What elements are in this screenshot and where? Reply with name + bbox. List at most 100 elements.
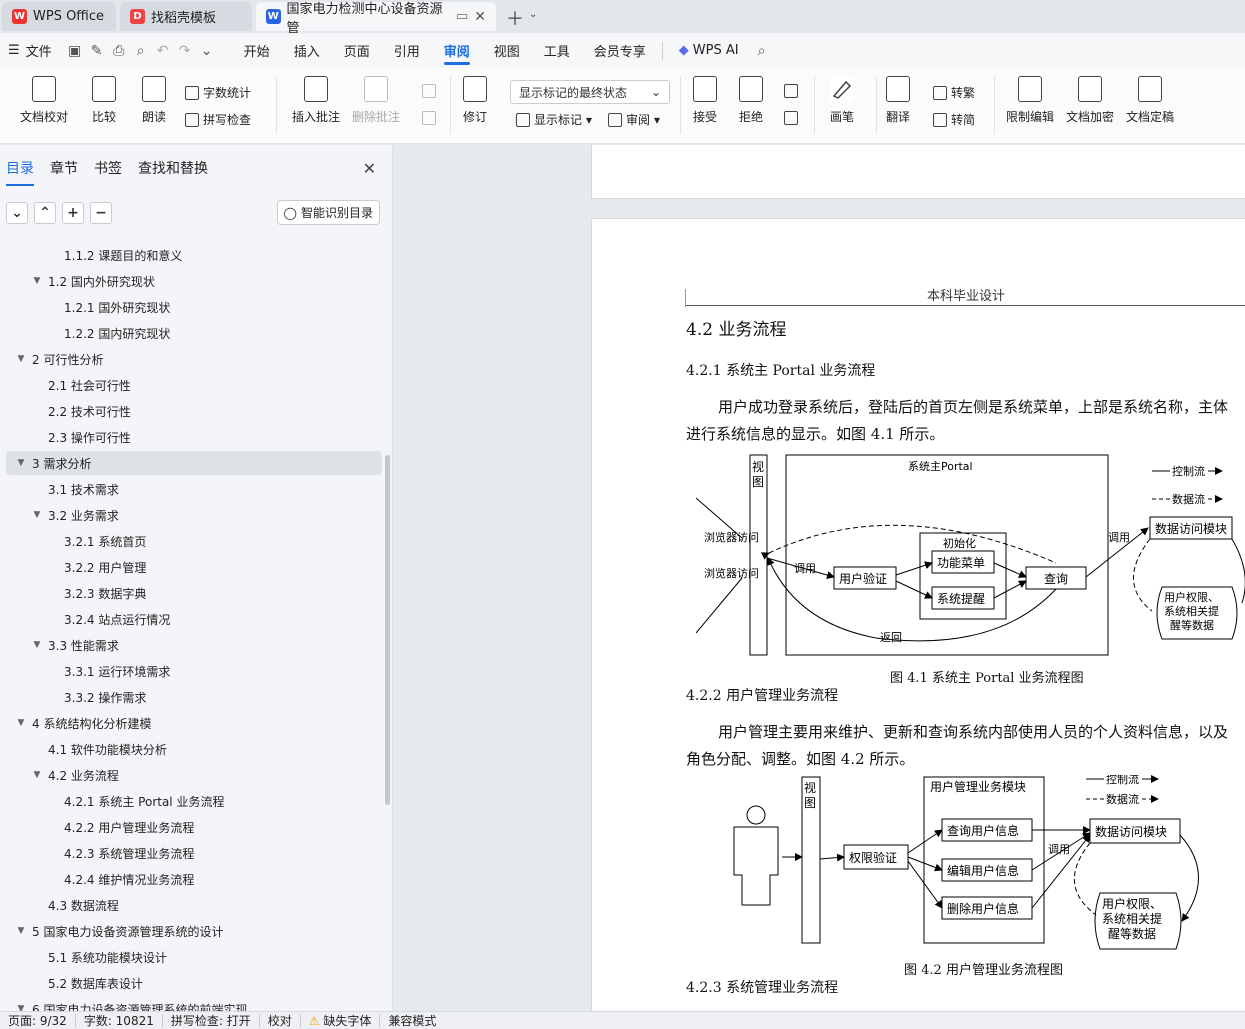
tab-current-document[interactable]: W 国家电力检测中心设备资源管 ▭ ✕ [256,2,496,36]
new-tab-plus-icon[interactable]: ＋ [506,5,524,31]
toc-item[interactable]: 4.3 数据流程 [6,893,382,917]
toc-item[interactable]: ▼ 1.2 国内外研究现状 [6,269,382,293]
prev-change-button[interactable] [784,84,798,98]
menu-home[interactable]: 开始 [232,33,282,68]
redo-icon[interactable]: ↷ [174,40,196,62]
print-preview-icon[interactable]: ⌕ [130,40,152,62]
toc-item[interactable]: 3.2.3 数据字典 [6,581,382,605]
restrict-editing-button[interactable]: 限制编辑 [1006,76,1054,125]
next-change-button[interactable] [784,111,798,125]
toc-item[interactable]: 2.2 技术可行性 [6,399,382,423]
undo-icon[interactable]: ↶ [152,40,174,62]
show-markup-dropdown[interactable]: 显示标记 ▾ [516,111,592,128]
toc-item[interactable]: ▼ 3.2 业务需求 [6,503,382,527]
word-count-indicator[interactable]: 字数: 10821 [76,1013,163,1028]
toc-item[interactable]: 4.1 软件功能模块分析 [6,737,382,761]
collapse-arrow-icon[interactable]: ▼ [30,276,44,286]
tab-docer-templates[interactable]: D 找稻壳模板 [120,2,252,31]
toc-item[interactable]: 4.2.2 用户管理业务流程 [6,815,382,839]
collapse-icon[interactable]: ⌃ [34,202,56,224]
toc-item[interactable]: 4.2.1 系统主 Portal 业务流程 [6,789,382,813]
menu-insert[interactable]: 插入 [282,33,332,68]
pen-button[interactable]: 画笔 [830,76,854,125]
tab-list-chevron-icon[interactable]: ⌄ [529,9,537,20]
remove-heading-icon[interactable]: − [90,202,112,224]
finalize-document-button[interactable]: 文档定稿 [1126,76,1174,125]
spell-check-button[interactable]: 拼写检查 [185,111,251,128]
toc-item[interactable]: 2.3 操作可行性 [6,425,382,449]
tab-wps-office[interactable]: W WPS Office [2,2,116,31]
reject-button[interactable]: 拒绝 [739,76,763,125]
toc-item[interactable]: ▼ 5 国家电力设备资源管理系统的设计 [6,919,382,943]
page-indicator[interactable]: 页面: 9/32 [0,1013,76,1028]
toc-item[interactable]: 1.2.2 国内研究现状 [6,321,382,345]
toc-item[interactable]: ▼ 4.2 业务流程 [6,763,382,787]
brush-icon[interactable]: ✎ [86,40,108,62]
more-chevron-icon[interactable]: ⌄ [196,40,218,62]
toc-item[interactable]: 5.1 系统功能模块设计 [6,945,382,969]
word-count-button[interactable]: 字数统计 [185,84,251,101]
tab-find-replace[interactable]: 查找和替换 [138,154,208,182]
menu-references[interactable]: 引用 [382,33,432,68]
toc-item[interactable]: 4.2.4 维护情况业务流程 [6,867,382,891]
toc-item[interactable]: 3.2.2 用户管理 [6,555,382,579]
search-icon[interactable]: ⌕ [751,40,773,62]
add-heading-icon[interactable]: + [62,202,84,224]
accept-button[interactable]: 接受 [693,76,717,125]
delete-comment-button[interactable]: 删除批注 [352,76,400,125]
toc-item[interactable]: ▼ 4 系统结构化分析建模 [6,711,382,735]
translate-button[interactable]: 翻译 [886,76,910,125]
tab-toc[interactable]: 目录 [6,154,34,186]
toc-item[interactable]: ▼ 3 需求分析 [6,451,382,475]
screen-icon[interactable]: ▭ [456,9,468,24]
spell-check-indicator[interactable]: 拼写检查: 打开 [163,1013,260,1028]
toc-item[interactable]: ▼ 3.3 性能需求 [6,633,382,657]
track-changes-button[interactable]: 修订 [463,76,487,125]
wps-ai-button[interactable]: ◆ WPS AI [667,33,751,68]
toc-item[interactable]: 1.2.1 国外研究现状 [6,295,382,319]
menu-page[interactable]: 页面 [332,33,382,68]
menu-view[interactable]: 视图 [482,33,532,68]
collapse-arrow-icon[interactable]: ▼ [30,640,44,650]
toc-item[interactable]: 2.1 社会可行性 [6,373,382,397]
print-icon[interactable]: ⎙ [108,40,130,62]
toc-item[interactable]: 3.3.2 操作需求 [6,685,382,709]
collapse-arrow-icon[interactable]: ▼ [14,354,28,364]
tab-bookmarks[interactable]: 书签 [94,154,122,182]
compare-button[interactable]: 比较 [92,76,116,125]
toc-item[interactable]: 3.1 技术需求 [6,477,382,501]
expand-all-icon[interactable]: ⌄ [6,202,28,224]
insert-comment-button[interactable]: 插入批注 [292,76,340,125]
menu-review[interactable]: 审阅 [432,33,482,68]
collapse-arrow-icon[interactable]: ▼ [14,718,28,728]
tab-sections[interactable]: 章节 [50,154,78,182]
document-proof-button[interactable]: 文档校对 [20,76,68,125]
close-pane-icon[interactable]: ✕ [363,159,376,178]
read-aloud-button[interactable]: 朗读 [142,76,166,125]
toc-item[interactable]: 3.2.1 系统首页 [6,529,382,553]
toc-item[interactable]: 4.2.3 系统管理业务流程 [6,841,382,865]
toc-item[interactable]: 1.1.2 课题目的和意义 [6,243,382,267]
close-tab-icon[interactable]: ✕ [474,9,486,25]
collapse-arrow-icon[interactable]: ▼ [14,926,28,936]
toc-item[interactable]: 3.2.4 站点运行情况 [6,607,382,631]
toc-scrollbar[interactable] [385,455,390,805]
toc-item[interactable]: 3.3.1 运行环境需求 [6,659,382,683]
smart-toc-button[interactable]: ◯ 智能识别目录 [276,200,380,225]
next-comment-button[interactable] [422,111,436,125]
toc-item[interactable]: ▼ 2 可行性分析 [6,347,382,371]
markup-state-select[interactable]: 显示标记的最终状态 ⌄ [510,80,670,104]
to-traditional-button[interactable]: 转繁 [933,84,975,101]
to-simplified-button[interactable]: 转简 [933,111,975,128]
collapse-arrow-icon[interactable]: ▼ [30,510,44,520]
file-menu[interactable]: ☰ 文件 [0,33,64,68]
review-pane-dropdown[interactable]: 审阅 ▾ [608,111,660,128]
missing-font-indicator[interactable]: ⚠ 缺失字体 [301,1013,381,1028]
encrypt-document-button[interactable]: 文档加密 [1066,76,1114,125]
prev-comment-button[interactable] [422,84,436,98]
toc-item[interactable]: 5.2 数据库表设计 [6,971,382,995]
collapse-arrow-icon[interactable]: ▼ [30,770,44,780]
menu-tools[interactable]: 工具 [532,33,582,68]
proof-indicator[interactable]: 校对 [260,1013,301,1028]
collapse-arrow-icon[interactable]: ▼ [14,458,28,468]
